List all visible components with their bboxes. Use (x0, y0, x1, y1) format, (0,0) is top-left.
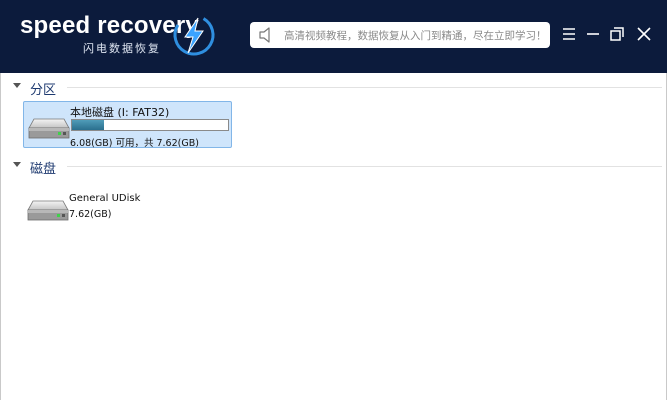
partition-name: 本地磁盘 (I: FAT32) (70, 106, 170, 119)
drive-list-panel: 分区 本地磁盘 (I: FAT32) 6.08(GB) 可用，共 7.62(GB… (0, 73, 667, 400)
lightning-logo-icon (173, 14, 215, 56)
partition-group-label: 分区 (30, 83, 57, 98)
notice-bar[interactable]: 高清视频教程，数据恢复从入门到精通，尽在立即学习！ (250, 22, 550, 48)
usage-progress-fill (72, 120, 104, 130)
disk-size: 7.62(GB) (69, 209, 112, 220)
group-divider (67, 166, 662, 167)
collapse-triangle-icon[interactable] (13, 83, 21, 88)
hard-drive-icon (28, 118, 70, 139)
usage-progress-bar (71, 119, 229, 131)
speaker-icon (259, 27, 270, 43)
collapse-triangle-icon[interactable] (13, 162, 21, 167)
partition-item[interactable]: 本地磁盘 (I: FAT32) 6.08(GB) 可用，共 7.62(GB) (23, 101, 232, 149)
minimize-icon[interactable] (585, 26, 601, 42)
group-divider (67, 87, 662, 88)
partition-group-header[interactable]: 分区 (1, 78, 667, 98)
hard-drive-icon (27, 200, 69, 221)
disk-name: General UDisk (69, 193, 141, 204)
notice-text[interactable]: 高清视频教程，数据恢复从入门到精通，尽在立即学习！ (284, 28, 547, 43)
partition-size: 6.08(GB) 可用，共 7.62(GB) (70, 138, 199, 149)
disk-group-label: 磁盘 (30, 162, 57, 177)
disk-item[interactable]: General UDisk 7.62(GB) (23, 189, 232, 229)
maximize-icon[interactable] (609, 26, 625, 42)
disk-group-header[interactable]: 磁盘 (1, 157, 667, 177)
close-icon[interactable] (636, 26, 652, 42)
logo-subtitle: 闪电数据恢复 (83, 42, 161, 55)
menu-icon[interactable] (561, 26, 577, 42)
title-bar: speed recovery 闪电数据恢复 高清视频教程，数据恢复从入门到精通，… (0, 0, 667, 73)
